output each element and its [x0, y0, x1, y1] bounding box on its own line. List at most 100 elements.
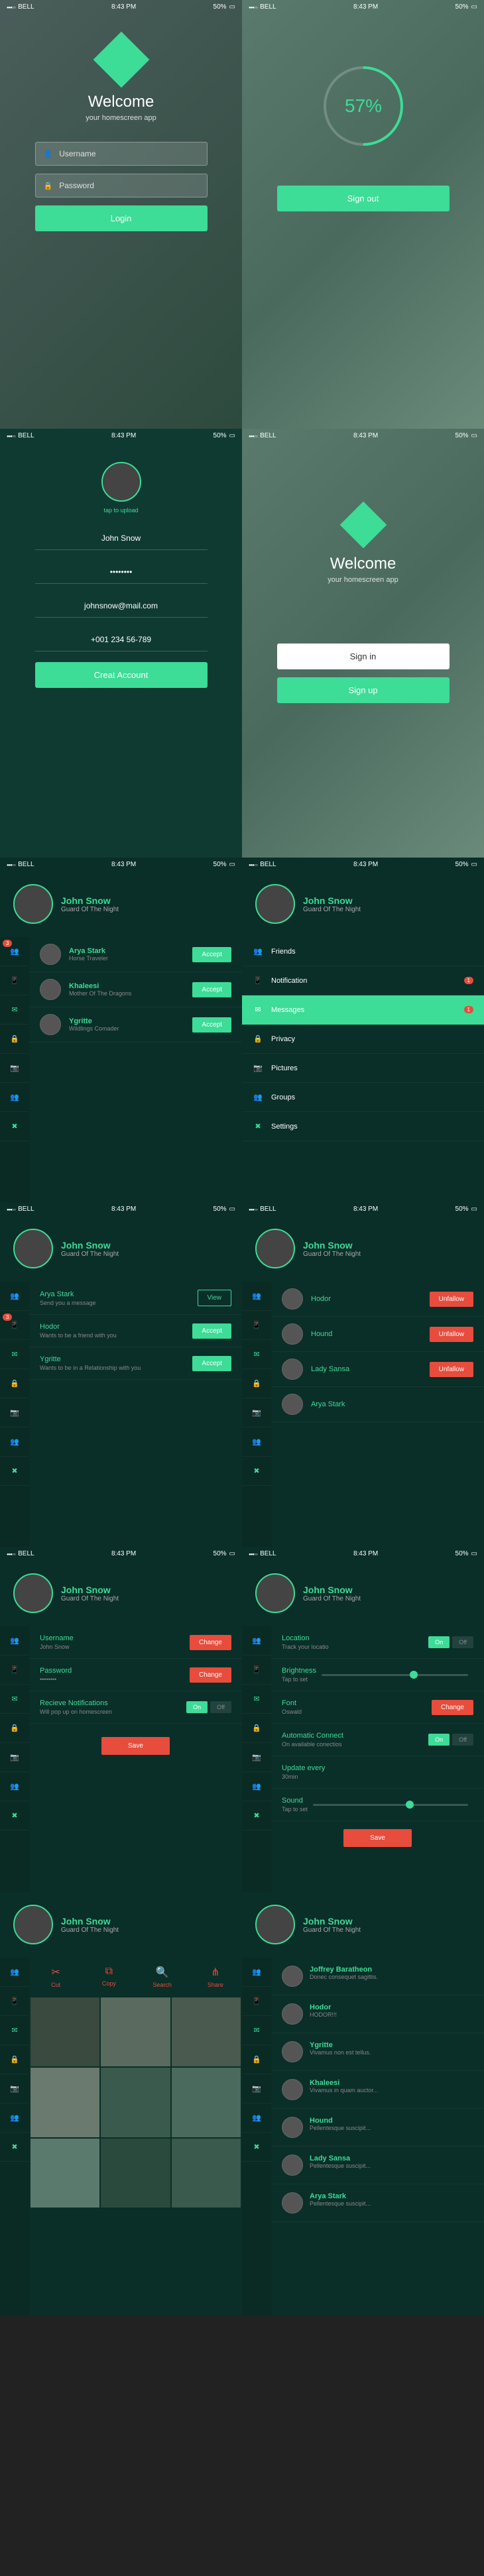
chat-row[interactable]: Lady SansaPellentesque suscipit... — [271, 2147, 484, 2184]
accept-button[interactable]: Accept — [192, 1017, 231, 1033]
signout-button[interactable]: Sign out — [277, 186, 450, 211]
create-account-button[interactable]: Creat Account — [35, 662, 208, 688]
group-icon[interactable]: 👥 — [242, 1428, 271, 1457]
mobile-icon[interactable]: 📱3 — [0, 1311, 29, 1340]
signin-button[interactable]: Sign in — [277, 644, 450, 669]
save-button[interactable]: Save — [343, 1829, 412, 1847]
avatar[interactable] — [255, 1905, 295, 1944]
photo-thumb[interactable] — [101, 2139, 170, 2208]
change-button[interactable]: Change — [190, 1667, 231, 1683]
toggle[interactable]: OnOff — [186, 1701, 231, 1713]
friend-row[interactable]: Arya Stark — [271, 1387, 484, 1422]
username-field[interactable]: 👤 — [35, 142, 208, 166]
signal-dots — [7, 3, 15, 11]
menu-item-messages[interactable]: ✉Messages1 — [242, 995, 484, 1025]
mobile-icon[interactable]: 📱 — [0, 966, 29, 995]
photo-thumb[interactable] — [172, 1997, 241, 2066]
pass-input[interactable] — [35, 561, 208, 584]
lock-icon[interactable]: 🔒 — [0, 1369, 29, 1398]
change-button[interactable]: Change — [432, 1700, 473, 1715]
unfollow-button[interactable]: Unfallow — [430, 1362, 473, 1377]
save-button[interactable]: Save — [101, 1737, 170, 1755]
request-row[interactable]: Arya StarkHorse TravelerAccept — [29, 937, 242, 972]
request-row[interactable]: KhaleesiMother Of The DragonsAccept — [29, 972, 242, 1007]
photo-thumb[interactable] — [30, 2139, 99, 2208]
avatar[interactable] — [13, 1905, 53, 1944]
search-action[interactable]: 🔍Search — [136, 1966, 189, 1988]
camera-icon[interactable]: 📷 — [0, 1398, 29, 1428]
mobile-icon[interactable]: 📱 — [242, 1311, 271, 1340]
copy-action[interactable]: ⧉Copy — [82, 1966, 135, 1988]
menu-item-friends[interactable]: 👥Friends — [242, 937, 484, 966]
notif-row[interactable]: Arya StarkSend you a messageView — [29, 1282, 242, 1315]
chat-row[interactable]: YgritteVivamus non est tellus. — [271, 2033, 484, 2071]
photo-thumb[interactable] — [101, 2068, 170, 2137]
menu-item-settings[interactable]: ✖Settings — [242, 1112, 484, 1141]
cut-icon: ✂ — [29, 1966, 82, 1979]
unfollow-button[interactable]: Unfallow — [430, 1292, 473, 1307]
menu-item-privacy[interactable]: 🔒Privacy — [242, 1025, 484, 1054]
group-icon[interactable]: 👥 — [0, 1083, 29, 1112]
accept-button[interactable]: Accept — [192, 1356, 231, 1371]
camera-icon[interactable]: 📷 — [0, 1054, 29, 1083]
login-button[interactable]: Login — [35, 205, 208, 231]
email-input[interactable] — [35, 594, 208, 618]
password-field[interactable]: 🔒 — [35, 174, 208, 197]
menu-item-groups[interactable]: 👥Groups — [242, 1083, 484, 1112]
friend-row[interactable]: HodorUnfallow — [271, 1282, 484, 1317]
mail-icon[interactable]: ✉ — [0, 1340, 29, 1369]
chat-row[interactable]: KhaleesiVivamus in quam auctor... — [271, 2071, 484, 2109]
avatar[interactable] — [13, 884, 53, 924]
avatar[interactable] — [13, 1573, 53, 1613]
chat-row[interactable]: HodorHODOR!!! — [271, 1995, 484, 2033]
toggle[interactable]: OnOff — [428, 1636, 473, 1648]
mail-icon[interactable]: ✉ — [0, 995, 29, 1025]
signup-button[interactable]: Sign up — [277, 677, 450, 703]
friends-icon[interactable]: 👥3 — [0, 937, 29, 966]
phone-input[interactable] — [35, 628, 208, 651]
settings-icon[interactable]: ✖ — [0, 1112, 29, 1141]
avatar[interactable] — [255, 884, 295, 924]
share-action[interactable]: ⋔Share — [189, 1966, 242, 1988]
toggle[interactable]: OnOff — [428, 1734, 473, 1746]
photo-thumb[interactable] — [172, 2139, 241, 2208]
photo-thumb[interactable] — [101, 1997, 170, 2066]
menu-item-pictures[interactable]: 📷Pictures — [242, 1054, 484, 1083]
unfollow-button[interactable]: Unfallow — [430, 1327, 473, 1342]
photo-thumb[interactable] — [30, 2068, 99, 2137]
avatar[interactable] — [255, 1573, 295, 1613]
camera-icon[interactable]: 📷 — [242, 1398, 271, 1428]
group-icon[interactable]: 👥 — [0, 1428, 29, 1457]
slider[interactable] — [313, 1804, 468, 1806]
view-button[interactable]: View — [198, 1290, 232, 1306]
menu-item-notification[interactable]: 📱Notification1 — [242, 966, 484, 995]
photo-thumb[interactable] — [30, 1997, 99, 2066]
chat-row[interactable]: Joffrey BaratheonDonec consequet sagitti… — [271, 1958, 484, 1995]
carrier: BELL — [18, 3, 34, 11]
lock-icon[interactable]: 🔒 — [242, 1369, 271, 1398]
friends-icon[interactable]: 👥 — [0, 1282, 29, 1311]
mail-icon[interactable]: ✉ — [242, 1340, 271, 1369]
settings-icon[interactable]: ✖ — [242, 1457, 271, 1486]
slider[interactable] — [322, 1674, 468, 1676]
notif-row[interactable]: HodorWants to be a friend with youAccept — [29, 1315, 242, 1347]
photo-thumb[interactable] — [172, 2068, 241, 2137]
accept-button[interactable]: Accept — [192, 947, 231, 962]
settings-icon[interactable]: ✖ — [0, 1457, 29, 1486]
friend-row[interactable]: Lady SansaUnfallow — [271, 1352, 484, 1387]
notif-row[interactable]: YgritteWants to be in a Relationship wit… — [29, 1347, 242, 1380]
accept-button[interactable]: Accept — [192, 982, 231, 997]
avatar[interactable] — [13, 1229, 53, 1268]
cut-action[interactable]: ✂Cut — [29, 1966, 82, 1988]
change-button[interactable]: Change — [190, 1635, 231, 1650]
accept-button[interactable]: Accept — [192, 1323, 231, 1339]
avatar-upload[interactable] — [101, 462, 141, 502]
avatar[interactable] — [255, 1229, 295, 1268]
lock-icon[interactable]: 🔒 — [0, 1025, 29, 1054]
friends-icon[interactable]: 👥 — [242, 1282, 271, 1311]
friend-row[interactable]: HoundUnfallow — [271, 1317, 484, 1352]
chat-row[interactable]: Arya StarkPellentesque suscipit... — [271, 2184, 484, 2222]
request-row[interactable]: YgritteWildlings ComaderAccept — [29, 1007, 242, 1042]
name-input[interactable] — [35, 527, 208, 550]
chat-row[interactable]: HoundPellentesque suscipit... — [271, 2109, 484, 2147]
